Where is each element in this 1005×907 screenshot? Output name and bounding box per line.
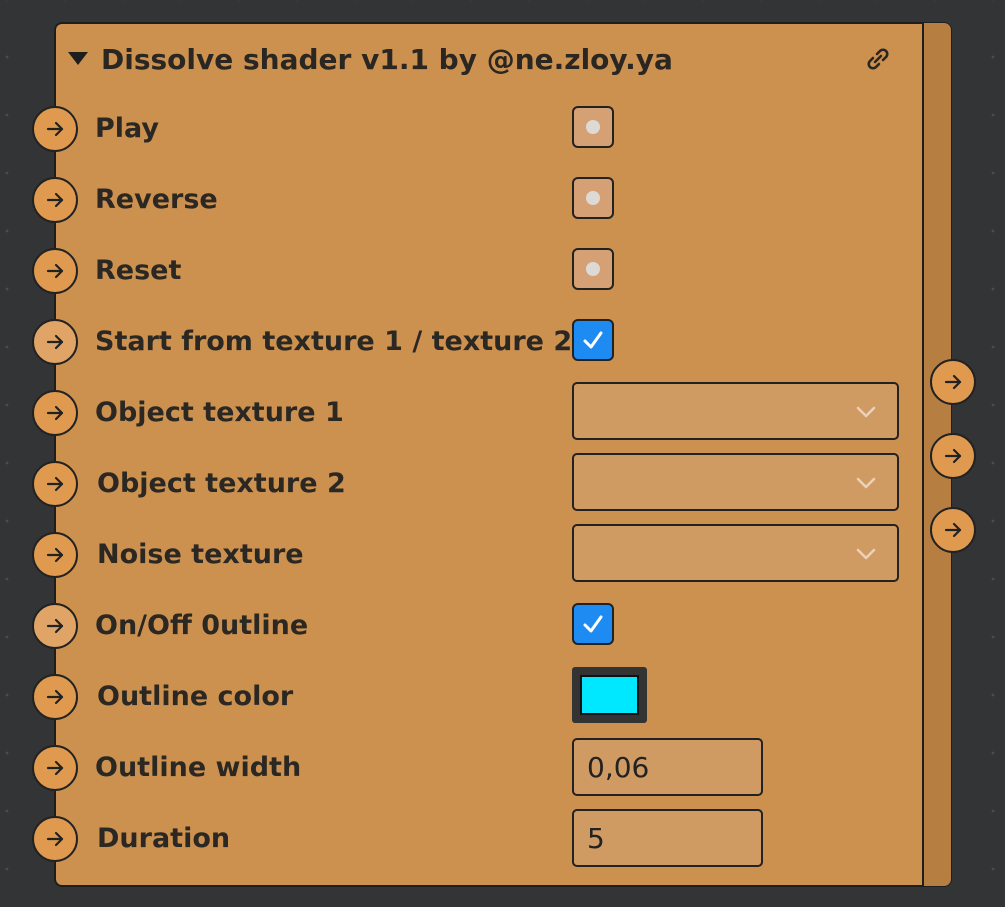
input-port-outline-color[interactable]	[32, 674, 78, 720]
outline-toggle-checkbox[interactable]	[572, 603, 614, 645]
duration-input[interactable]	[572, 809, 763, 867]
object-texture-1-dropdown[interactable]	[572, 382, 899, 440]
reset-label: Reset	[95, 255, 182, 286]
outline-toggle-label: On/Off 0utline	[95, 610, 309, 641]
input-port-duration[interactable]	[32, 816, 78, 862]
input-port-play[interactable]	[32, 106, 78, 152]
outline-width-label: Outline width	[95, 752, 302, 783]
chevron-down-icon	[856, 406, 876, 418]
outline-width-input[interactable]	[572, 738, 763, 796]
triangle-down-icon[interactable]	[68, 52, 88, 65]
noise-texture-dropdown[interactable]	[572, 524, 899, 582]
outline-color-label: Outline color	[97, 681, 294, 712]
trigger-dot-icon	[586, 262, 600, 276]
input-port-reset[interactable]	[32, 248, 78, 294]
output-port-3[interactable]	[930, 507, 976, 553]
output-port-2[interactable]	[930, 433, 976, 479]
start-from-texture-checkbox[interactable]	[572, 319, 614, 361]
node-title: Dissolve shader v1.1 by @ne.zloy.ya	[101, 43, 673, 76]
output-port-1[interactable]	[930, 359, 976, 405]
outline-color-picker[interactable]	[572, 667, 647, 723]
play-trigger-button[interactable]	[572, 106, 614, 148]
checkmark-icon	[583, 331, 603, 349]
outline-color-swatch	[580, 675, 639, 715]
object-texture-2-label: Object texture 2	[97, 468, 346, 499]
checkmark-icon	[583, 615, 603, 633]
reverse-trigger-button[interactable]	[572, 177, 614, 219]
play-label: Play	[95, 113, 160, 144]
chevron-down-icon	[856, 548, 876, 560]
input-port-outline-width[interactable]	[32, 745, 78, 791]
input-port-object-texture-1[interactable]	[32, 390, 78, 436]
chevron-down-icon	[856, 477, 876, 489]
input-port-outline-toggle[interactable]	[32, 603, 78, 649]
reset-trigger-button[interactable]	[572, 248, 614, 290]
start-from-texture-label: Start from texture 1 / texture 2	[95, 326, 573, 357]
input-port-reverse[interactable]	[32, 177, 78, 223]
reverse-label: Reverse	[95, 184, 218, 215]
link-icon[interactable]	[862, 43, 894, 75]
duration-label: Duration	[97, 823, 231, 854]
noise-texture-label: Noise texture	[97, 539, 304, 570]
input-port-noise-texture[interactable]	[32, 532, 78, 578]
input-port-object-texture-2[interactable]	[32, 461, 78, 507]
input-port-start-from-texture[interactable]	[32, 319, 78, 365]
object-texture-1-label: Object texture 1	[95, 397, 344, 428]
trigger-dot-icon	[586, 191, 600, 205]
trigger-dot-icon	[586, 120, 600, 134]
object-texture-2-dropdown[interactable]	[572, 453, 899, 511]
